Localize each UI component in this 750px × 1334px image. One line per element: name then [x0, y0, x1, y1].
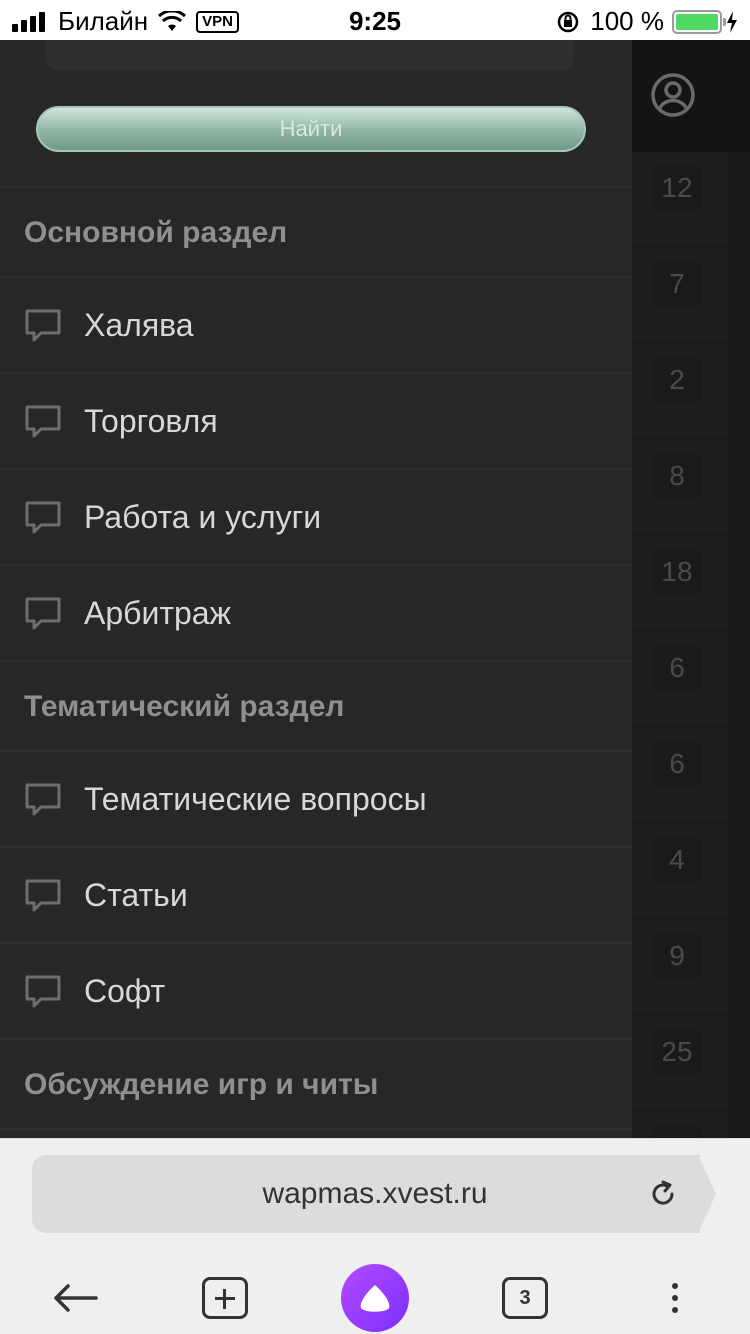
tabs-count: 3: [502, 1277, 548, 1319]
arrow-left-icon: [54, 1284, 98, 1312]
battery-percent: 100 %: [590, 6, 664, 36]
count-badge: 7: [652, 262, 702, 306]
nav-item-articles[interactable]: Статьи: [0, 848, 632, 944]
battery-icon: [672, 9, 726, 34]
profile-icon[interactable]: [650, 72, 696, 118]
count-row: 12: [632, 152, 728, 248]
nav-item-label: Софт: [84, 973, 166, 1009]
nav-item-label: Тематические вопросы: [84, 781, 427, 817]
alice-icon: [341, 1264, 409, 1332]
section-title: Тематический раздел: [0, 662, 632, 752]
section-title: Обсуждение игр и читы: [0, 1040, 632, 1130]
more-vertical-icon: [672, 1280, 678, 1316]
nav-item-trade[interactable]: Торговля: [0, 374, 632, 470]
count-badge: 8: [652, 454, 702, 498]
status-right: 100 %: [556, 6, 738, 37]
count-badge: 18: [652, 550, 702, 594]
chat-bubble-icon: [25, 405, 61, 438]
nav-item-thematic-questions[interactable]: Тематические вопросы: [0, 752, 632, 848]
nav-item-label: Работа и услуги: [84, 499, 322, 535]
count-row: 2: [632, 344, 728, 440]
count-badge: 25: [652, 1030, 702, 1074]
find-button[interactable]: Найти: [36, 106, 586, 152]
status-bar: Билайн VPN 9:25 100 %: [0, 0, 750, 40]
count-row: 8: [632, 440, 728, 536]
chat-bubble-icon: [25, 501, 61, 534]
count-row: 9: [632, 920, 728, 1016]
chat-bubble-icon: [25, 309, 61, 342]
count-badge: 2: [652, 358, 702, 402]
count-row: 4: [632, 824, 728, 920]
nav-item-work[interactable]: Работа и услуги: [0, 470, 632, 566]
count-badge: 4: [652, 838, 702, 882]
new-tab-button[interactable]: [200, 1263, 250, 1333]
forum-nav-list: Основной раздел Халява Торговля Работа и…: [0, 188, 632, 1130]
background-strip: [728, 152, 750, 1140]
menu-button[interactable]: [660, 1263, 690, 1333]
chat-bubble-icon: [25, 975, 61, 1008]
section-title: Основной раздел: [0, 188, 632, 278]
reload-icon[interactable]: [648, 1179, 678, 1209]
count-badge: 12: [652, 166, 702, 210]
nav-item-label: Торговля: [84, 403, 218, 439]
plus-icon: [202, 1277, 248, 1319]
rotation-lock-icon: [558, 11, 579, 32]
chat-bubble-icon: [25, 783, 61, 816]
count-row: 11: [632, 1112, 728, 1140]
tabs-button[interactable]: 3: [500, 1263, 550, 1333]
count-row: 6: [632, 728, 728, 824]
count-badge: 9: [652, 934, 702, 978]
back-button[interactable]: [50, 1263, 100, 1333]
count-row: 6: [632, 632, 728, 728]
chat-bubble-icon: [25, 879, 61, 912]
count-badge: 6: [652, 742, 702, 786]
nav-item-arbitrage[interactable]: Арбитраж: [0, 566, 632, 662]
count-row: 25: [632, 1016, 728, 1112]
url-text[interactable]: wapmas.xvest.ru: [0, 1155, 750, 1233]
browser-toolbar: wapmas.xvest.ru 3: [0, 1138, 750, 1334]
alice-assistant-button[interactable]: [340, 1263, 410, 1333]
charging-icon: [727, 10, 737, 33]
nav-item-soft[interactable]: Софт: [0, 944, 632, 1040]
count-badge: 6: [652, 646, 702, 690]
nav-item-label: Халява: [84, 307, 194, 343]
nav-item-halyava[interactable]: Халява: [0, 278, 632, 374]
search-input[interactable]: [46, 40, 574, 70]
topic-counts: 12 7 2 8 18 6 6 4 9 25 11: [632, 152, 728, 1140]
chat-bubble-icon: [25, 597, 61, 630]
count-row: 18: [632, 536, 728, 632]
side-drawer: Найти Основной раздел Халява Торговля Ра…: [0, 40, 632, 1140]
count-row: 7: [632, 248, 728, 344]
nav-item-label: Статьи: [84, 877, 188, 913]
nav-item-label: Арбитраж: [84, 595, 231, 631]
